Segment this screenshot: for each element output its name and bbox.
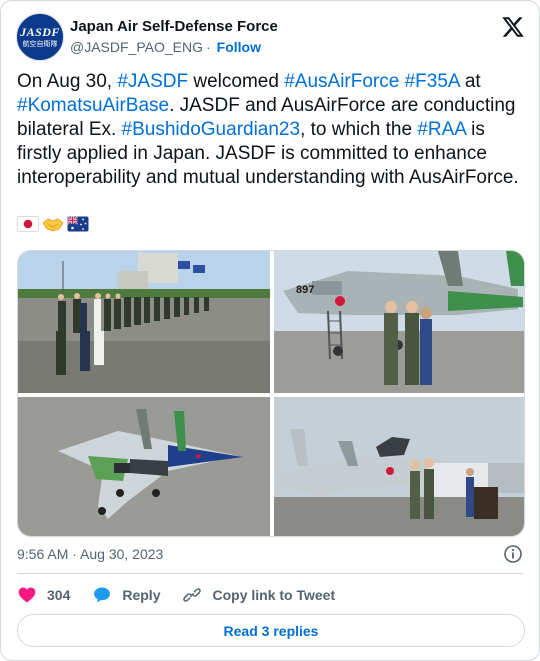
hashtag-link[interactable]: #AusAirForce bbox=[284, 71, 399, 92]
info-icon[interactable] bbox=[503, 544, 523, 564]
reply-label: Reply bbox=[122, 587, 161, 603]
tweet-card: JASDF 航空自衛隊 Japan Air Self-Defense Force… bbox=[0, 0, 540, 661]
handshake-icon bbox=[42, 218, 64, 232]
hashtag-link[interactable]: #BushidoGuardian23 bbox=[122, 119, 301, 140]
follow-button[interactable]: Follow bbox=[217, 37, 261, 57]
timestamp-row: 9:56 AM · Aug 30, 2023 bbox=[17, 544, 523, 564]
media-grid[interactable]: 897 bbox=[17, 250, 525, 537]
action-bar: 304 Reply Copy link to Tweet bbox=[17, 584, 335, 606]
author-display-name[interactable]: Japan Air Self-Defense Force bbox=[70, 17, 278, 37]
emoji-row bbox=[17, 215, 89, 237]
aircraft-tail-number: 897 bbox=[296, 284, 314, 296]
like-count: 304 bbox=[47, 587, 71, 603]
japan-flag-icon bbox=[17, 216, 39, 232]
australia-flag-icon bbox=[67, 215, 89, 232]
divider bbox=[17, 573, 523, 574]
heart-icon bbox=[18, 587, 36, 603]
reply-button[interactable]: Reply bbox=[92, 585, 160, 605]
author-names: Japan Air Self-Defense Force @JASDF_PAO_… bbox=[70, 17, 278, 57]
photo-f15-ceremony-podium[interactable] bbox=[274, 397, 525, 537]
like-button[interactable]: 304 bbox=[17, 585, 70, 605]
hashtag-link[interactable]: #RAA bbox=[417, 119, 466, 140]
author-handle[interactable]: @JASDF_PAO_ENG bbox=[70, 37, 203, 57]
avatar-logo-text: JASDF bbox=[20, 24, 60, 39]
photo-personnel-lineup[interactable] bbox=[18, 251, 270, 393]
hashtag-link[interactable]: #JASDF bbox=[117, 71, 188, 92]
tweet-timestamp[interactable]: 9:56 AM · Aug 30, 2023 bbox=[17, 546, 163, 562]
tweet-text-segment: On Aug 30, bbox=[17, 71, 118, 92]
photo-f15-special-livery[interactable] bbox=[18, 397, 270, 537]
tweet-text-segment: welcomed bbox=[188, 71, 285, 92]
tweet-header: JASDF 航空自衛隊 Japan Air Self-Defense Force… bbox=[16, 13, 525, 61]
hashtag-link[interactable]: #F35A bbox=[405, 71, 460, 92]
link-icon bbox=[183, 588, 202, 602]
handle-separator: · bbox=[206, 39, 211, 55]
reply-bubble-icon bbox=[94, 587, 111, 603]
hashtag-link[interactable]: #KomatsuAirBase bbox=[17, 95, 169, 116]
avatar-logo-subtext: 航空自衛隊 bbox=[22, 40, 58, 48]
author-handle-row: @JASDF_PAO_ENG · Follow bbox=[70, 37, 278, 57]
media-grid-svg: 897 bbox=[18, 251, 525, 537]
read-replies-button[interactable]: Read 3 replies bbox=[17, 614, 525, 647]
copy-link-label: Copy link to Tweet bbox=[212, 587, 336, 603]
photo-f15-handshake[interactable]: 897 bbox=[274, 251, 525, 393]
tweet-text-segment: , to which the bbox=[300, 119, 418, 140]
tweet-text-segment: at bbox=[459, 71, 486, 92]
copy-link-button[interactable]: Copy link to Tweet bbox=[182, 585, 335, 605]
x-logo-icon[interactable] bbox=[501, 15, 525, 39]
avatar[interactable]: JASDF 航空自衛隊 bbox=[16, 13, 64, 61]
tweet-text: On Aug 30, #JASDF welcomed #AusAirForce … bbox=[17, 70, 527, 190]
